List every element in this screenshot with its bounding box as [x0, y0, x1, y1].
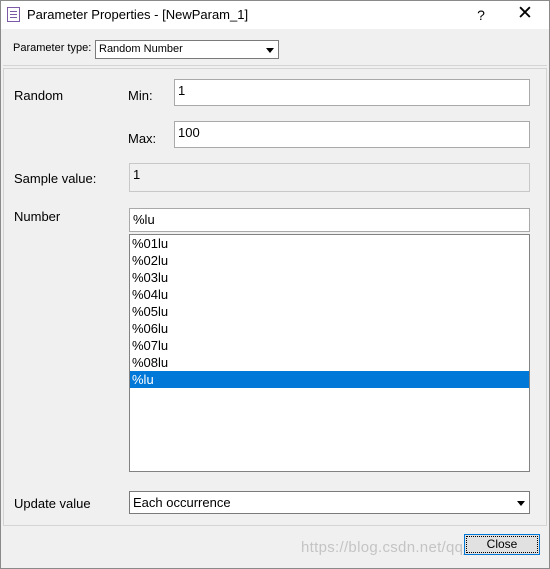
sample-value-text: 1 [133, 167, 141, 182]
title-bar[interactable]: Parameter Properties - [NewParam_1] ? ✕ [1, 1, 549, 29]
update-value-text: Each occurrence [133, 495, 231, 510]
window-title: Parameter Properties - [NewParam_1] [27, 7, 249, 22]
max-label: Max: [128, 131, 157, 146]
list-item[interactable]: %05lu [130, 303, 529, 320]
update-value-dropdown[interactable]: Each occurrence [129, 491, 530, 514]
list-item[interactable]: %02lu [130, 252, 529, 269]
list-item[interactable]: %04lu [130, 286, 529, 303]
watermark-text: https://blog.csdn.net/qq_... [301, 539, 486, 556]
sample-value-field: 1 [129, 163, 530, 192]
properties-panel: Random Min: 1 Max: 100 Sample value: 1 N… [3, 68, 547, 526]
number-label: Number [14, 209, 61, 224]
random-label: Random [14, 88, 64, 103]
number-format-list[interactable]: %01lu %02lu %03lu %04lu %05lu %06lu %07lu %08lu… [129, 234, 530, 472]
chevron-down-icon[interactable] [514, 496, 527, 510]
parameter-icon [7, 7, 20, 22]
parameter-type-label: Parameter type: [13, 42, 92, 54]
list-item[interactable]: %07lu [130, 337, 529, 354]
help-button[interactable]: ? [465, 2, 497, 28]
max-value: 100 [178, 125, 200, 140]
max-input[interactable]: 100 [174, 121, 530, 148]
min-label: Min: [128, 88, 153, 103]
close-button[interactable]: Close [464, 534, 540, 555]
parameter-type-dropdown[interactable]: Random Number [95, 40, 279, 59]
number-format-value: %lu [133, 212, 155, 227]
dialog-window: Parameter Properties - [NewParam_1] ? ✕ … [0, 0, 550, 569]
chevron-down-icon[interactable] [263, 43, 276, 57]
list-item[interactable]: %lu [130, 371, 529, 388]
list-item[interactable]: %01lu [130, 235, 529, 252]
parameter-type-value: Random Number [99, 43, 183, 55]
close-icon[interactable]: ✕ [505, 2, 545, 28]
update-value-label: Update value [14, 496, 91, 511]
min-input[interactable]: 1 [174, 79, 530, 106]
list-item[interactable]: %06lu [130, 320, 529, 337]
number-format-input[interactable]: %lu [129, 208, 530, 232]
sample-value-label: Sample value: [14, 171, 97, 186]
list-item[interactable]: %03lu [130, 269, 529, 286]
min-value: 1 [178, 83, 186, 98]
parameter-type-row: Parameter type: Random Number [3, 32, 547, 66]
list-item[interactable]: %08lu [130, 354, 529, 371]
